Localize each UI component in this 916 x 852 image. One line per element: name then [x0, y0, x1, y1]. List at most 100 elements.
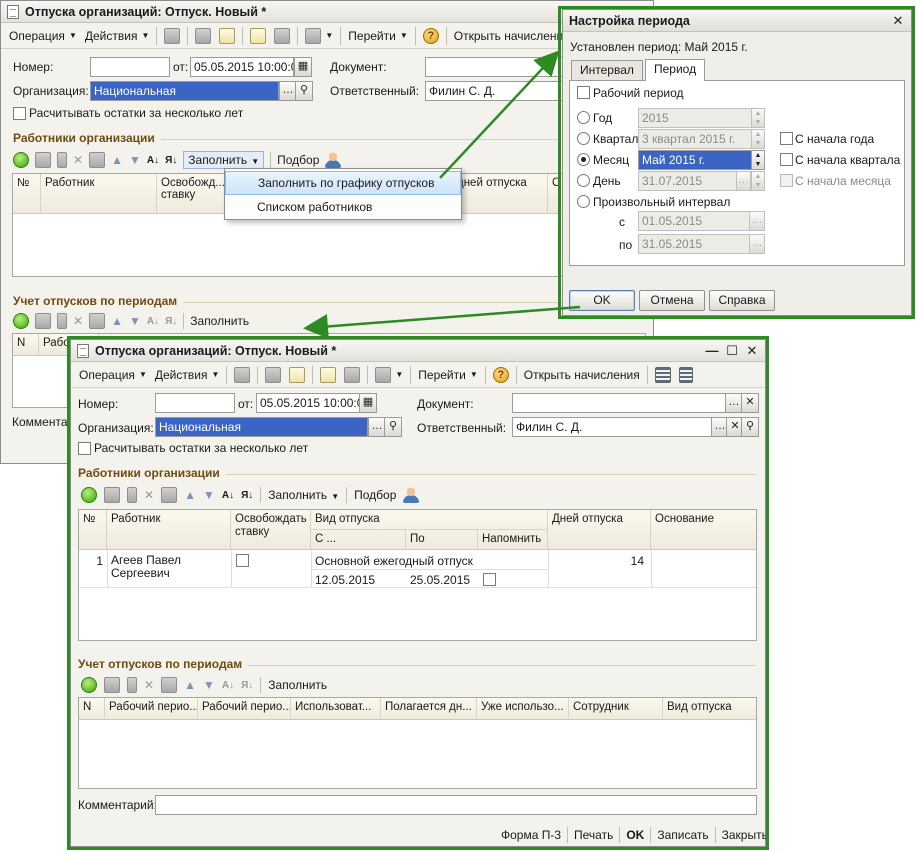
ok-button[interactable]: OK	[620, 828, 650, 842]
document-clear-button[interactable]: ✕	[741, 393, 759, 413]
add-icon[interactable]	[81, 677, 97, 693]
employees-grid: № Работник Освобождать ставку Вид отпуск…	[78, 509, 757, 641]
periods-fill-button[interactable]: Заполнить	[268, 678, 327, 692]
copy-button[interactable]	[261, 364, 285, 386]
document-input[interactable]	[512, 393, 726, 413]
caret-down-icon: ▼	[331, 492, 340, 501]
move-up-icon[interactable]: ▲	[184, 488, 196, 502]
minimize-icon[interactable]: —	[705, 343, 719, 358]
row-to: 25.05.2015	[410, 573, 471, 587]
edit-icon[interactable]	[127, 677, 137, 693]
toolbar-separator	[257, 365, 259, 384]
number-input[interactable]	[155, 393, 235, 413]
col-to: По	[406, 530, 478, 550]
toolbar-separator	[226, 365, 228, 384]
col-free-rate: Освобождать ставку	[231, 510, 311, 550]
table-row[interactable]: 1 Агеев Павел Сергеевич Основной ежегодн…	[79, 550, 756, 588]
periods-section-title: Учет отпусков по периодам	[78, 657, 243, 671]
user-icon[interactable]	[403, 487, 420, 503]
organization-search-button[interactable]: ⚲	[384, 417, 402, 437]
operation-menu[interactable]: Операция ▼	[75, 364, 151, 386]
organization-input[interactable]: Национальная	[155, 417, 368, 437]
arrow-to-dialog	[439, 50, 560, 179]
actions-menu[interactable]: Действия ▼	[151, 364, 224, 386]
end-edit-icon[interactable]	[161, 487, 178, 503]
open-accruals-button[interactable]: Открыть начисления	[520, 364, 644, 386]
structure-button[interactable]	[340, 364, 364, 386]
section-divider	[226, 474, 756, 475]
delete-icon[interactable]: ✕	[144, 488, 154, 502]
row-num: 1	[96, 554, 103, 568]
calc-balance-label: Расчитывать остатки за несколько лет	[94, 441, 309, 455]
date-input[interactable]: 05.05.2015 10:00:00	[256, 393, 360, 413]
copy-row-icon[interactable]	[104, 487, 120, 503]
refresh-button[interactable]	[285, 364, 309, 386]
responsible-search-button[interactable]: ⚲	[741, 417, 759, 437]
tab-period[interactable]: Период	[645, 59, 706, 81]
refresh-icon	[289, 366, 306, 383]
front-window: Отпуска организаций: Отпуск. Новый * — ☐…	[70, 339, 768, 847]
fill-menu[interactable]: Заполнить ▼	[268, 488, 339, 502]
remind-checkbox[interactable]	[483, 573, 496, 586]
save-button[interactable]: Записать	[651, 828, 714, 842]
toolbar-separator	[646, 365, 648, 384]
end-edit-icon[interactable]	[161, 677, 178, 693]
structure-view-button[interactable]	[675, 364, 697, 386]
col-entitled-days: Полагается дн...	[381, 698, 477, 720]
organization-label: Организация:	[78, 421, 154, 435]
footer-bar: Форма П-3 Печать OK Записать Закрыть	[495, 824, 774, 846]
free-rate-checkbox[interactable]	[236, 554, 249, 567]
search-icon: ⚲	[388, 420, 398, 432]
grid-header: N Рабочий перио... Рабочий перио... Испо…	[79, 698, 756, 720]
col-work-period-from: Рабочий перио...	[105, 698, 198, 720]
maximize-icon[interactable]: ☐	[725, 343, 739, 358]
col-already-used: Уже использо...	[477, 698, 569, 720]
col-remind: Напомнить	[478, 530, 548, 550]
caret-down-icon: ▼	[395, 370, 404, 379]
close-button[interactable]: Закрыть	[716, 828, 774, 842]
print-button[interactable]: Печать	[568, 828, 619, 842]
col-num: №	[79, 510, 107, 550]
sort-asc-icon[interactable]: A↓	[222, 680, 234, 691]
employees-toolbar: ✕ ▲ ▼ A↓ Я↓ Заполнить ▼ Подбор	[81, 484, 420, 506]
calc-balance-checkbox[interactable]	[78, 442, 91, 455]
go-menu[interactable]: Перейти ▼	[414, 364, 481, 386]
structure-icon	[344, 366, 361, 383]
move-down-icon[interactable]: ▼	[203, 678, 215, 692]
front-window-title: Отпуска организаций: Отпуск. Новый *	[95, 343, 337, 358]
sort-asc-icon[interactable]: A↓	[222, 490, 234, 501]
go-label: Перейти	[418, 367, 466, 382]
post-icon	[234, 366, 251, 383]
help-button[interactable]: ?	[489, 364, 513, 386]
post-button[interactable]	[230, 364, 254, 386]
toolbar-separator	[410, 365, 412, 384]
based-on-button[interactable]: ▼	[371, 364, 407, 386]
responsible-input[interactable]: Филин С. Д.	[512, 417, 712, 437]
select-button[interactable]: Подбор	[354, 488, 396, 502]
row-leave-type: Основной ежегодный отпуск	[315, 554, 473, 568]
col-leave-type: Вид отпуска	[667, 701, 732, 713]
movements-button[interactable]	[316, 364, 340, 386]
move-up-icon[interactable]: ▲	[184, 678, 196, 692]
search-icon: ⚲	[745, 420, 755, 432]
row-employee: Агеев Павел Сергеевич	[111, 553, 181, 580]
list-view-button[interactable]	[651, 364, 675, 386]
sort-desc-icon[interactable]: Я↓	[241, 490, 253, 501]
comment-input[interactable]	[155, 795, 757, 815]
front-window-titlebar: Отпуска организаций: Отпуск. Новый * — ☐…	[71, 340, 765, 362]
move-down-icon[interactable]: ▼	[203, 488, 215, 502]
form-p3-button[interactable]: Форма П-3	[495, 828, 567, 842]
close-icon[interactable]: ✕	[745, 343, 759, 358]
sort-desc-icon[interactable]: Я↓	[241, 680, 253, 691]
toolbar-separator	[260, 677, 262, 693]
edit-icon[interactable]	[127, 487, 137, 503]
document-label: Документ:	[417, 397, 474, 411]
employees-section-title: Работники организации	[78, 466, 220, 480]
delete-icon[interactable]: ✕	[144, 678, 154, 692]
copy-row-icon[interactable]	[104, 677, 120, 693]
calendar-button[interactable]: ▦	[359, 393, 377, 413]
responsible-label: Ответственный:	[417, 421, 507, 435]
caret-down-icon: ▼	[138, 370, 147, 379]
col-days: Дней отпуска	[548, 510, 651, 550]
add-icon[interactable]	[81, 487, 97, 503]
